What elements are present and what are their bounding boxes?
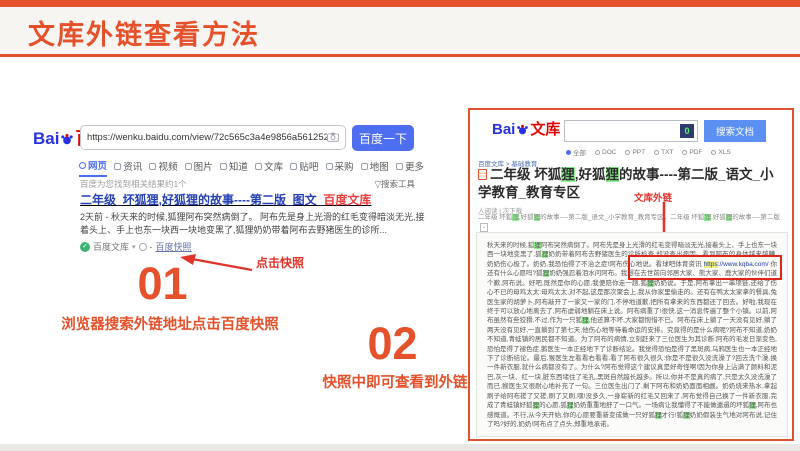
- page-title: 文库外链查看方法: [28, 20, 260, 50]
- wenku-logo: Bai 文库: [492, 118, 560, 140]
- result-source[interactable]: 百度文库: [93, 240, 129, 253]
- nav-tab-7[interactable]: 采购: [325, 158, 354, 177]
- nav-tab-0[interactable]: 网页: [79, 158, 108, 177]
- search-tools-toggle[interactable]: ▽搜索工具: [374, 178, 415, 190]
- nav-tab-4[interactable]: 知道: [219, 158, 248, 177]
- doc-file-icon: [478, 169, 487, 180]
- wenku-search-input[interactable]: 0: [564, 120, 698, 142]
- wenku-logo-bai: Bai: [492, 121, 516, 138]
- filter-pdf[interactable]: PDF: [682, 147, 702, 157]
- filter-doc[interactable]: DOC: [595, 147, 616, 157]
- step1-number: 01: [137, 258, 188, 309]
- bottom-edge: [0, 444, 800, 451]
- slide-header: 文库外链查看方法: [0, 7, 800, 54]
- filter-全部[interactable]: 全部: [566, 147, 586, 157]
- step2-caption: 快照中即可查看到外链: [322, 375, 468, 391]
- baidu-search-button[interactable]: 百度一下: [352, 125, 414, 151]
- baidu-snapshot-screenshot: Bai 文库 0 搜索文档 全部 DOC PPT TXT PDF XLS 百度文库 > 基础…: [468, 108, 794, 441]
- top-accent-bar: [0, 0, 800, 7]
- nav-tab-icon: [325, 162, 333, 170]
- result-count: 百度为您找到相关结果约1个: [80, 179, 187, 189]
- search-count-badge: 0: [680, 124, 694, 138]
- search-nav-tabs: 网页 资讯 视频 图片 知道 文库 贴吧 采购 地图 更多: [79, 158, 424, 177]
- nav-tab-icon: [395, 162, 403, 170]
- filter-xls[interactable]: XLS: [711, 147, 731, 157]
- baidu-search-screenshot: Bai百度 https://wenku.baidu.com/view/72c56…: [0, 112, 445, 272]
- result-stats-row: 百度为您找到相关结果约1个 ▽搜索工具: [80, 178, 415, 190]
- doc-type-filters: 全部 DOC PPT TXT PDF XLS: [566, 147, 731, 157]
- baidu-paw-icon: [60, 131, 74, 151]
- header-divider: [0, 54, 800, 57]
- doc-description: 二年级 坏狐狸,好狐狸的故事----第二版_语文_小学教育_教育专区。二年级 坏…: [478, 214, 780, 232]
- nav-tab-icon: [114, 162, 122, 170]
- baidu-logo-bai: Bai: [33, 129, 60, 148]
- nav-tab-icon: [290, 162, 298, 170]
- wenku-paw-icon: [516, 123, 529, 140]
- filter-ppt[interactable]: PPT: [625, 147, 645, 157]
- dash-separator: -: [149, 241, 153, 252]
- nav-tab-3[interactable]: 图片: [184, 158, 213, 177]
- radio-icon: [682, 149, 688, 155]
- wenku-logo-text: 文库: [530, 121, 561, 138]
- nav-tab-9[interactable]: 更多: [395, 158, 424, 177]
- nav-tab-icon: [219, 162, 227, 170]
- radio-icon: [625, 149, 631, 155]
- nav-tab-icon: [79, 161, 86, 169]
- search-result-item: 二年级_坏狐狸,好狐狸的故事----第二版_图文_百度文库 2天前 - 秋天来的…: [80, 191, 425, 253]
- wenku-search-button[interactable]: 搜索文档: [704, 120, 766, 142]
- step1-caption: 浏览器搜索外链地址点击百度快照: [61, 317, 279, 333]
- source-site-icon: ✓: [80, 241, 90, 252]
- expand-icon[interactable]: ⌄: [480, 222, 489, 232]
- nav-tab-8[interactable]: 地图: [360, 158, 389, 177]
- result-title-link[interactable]: 二年级_坏狐狸,好狐狸的故事----第二版_图文_百度文库: [80, 191, 425, 208]
- click-cache-label: 点击快照: [256, 256, 305, 270]
- nav-tab-2[interactable]: 视频: [149, 158, 177, 177]
- nav-tab-icon: [255, 162, 263, 170]
- doc-body-text: 秋天来的时候,狐狸阿布突然病倒了。阿布先是身上光滑的红毛变得暗淡无光,接着头上、…: [476, 232, 788, 437]
- nav-tab-1[interactable]: 资讯: [114, 158, 142, 177]
- nav-tab-icon: [360, 162, 368, 170]
- step2-number: 02: [367, 318, 418, 369]
- nav-tab-5[interactable]: 文库: [255, 158, 283, 177]
- search-input[interactable]: https://wenku.baidu.com/view/72c565c3a4e…: [80, 125, 346, 150]
- cache-clock-icon: [138, 242, 147, 251]
- slide: 文库外链查看方法 Bai百度 https://wenku.baidu.com/v…: [0, 0, 800, 451]
- nav-tab-6[interactable]: 贴吧: [290, 158, 318, 177]
- chevron-down-icon[interactable]: ▾: [132, 243, 136, 251]
- result-snippet: 2天前 - 秋天来的时候,狐狸阿布突然病倒了。 阿布先是身上光滑的红毛变得暗淡无…: [80, 212, 425, 236]
- nav-tab-icon: [149, 162, 157, 170]
- camera-icon[interactable]: [327, 129, 339, 147]
- search-query-text: https://wenku.baidu.com/view/72c565c3a4e…: [87, 132, 327, 143]
- filter-txt[interactable]: TXT: [654, 147, 673, 157]
- doc-title: 二年级 坏狐狸,好狐狸的故事----第二版_语文_小学教育_教育专区: [478, 167, 774, 200]
- radio-icon: [711, 149, 717, 155]
- nav-tab-icon: [184, 162, 192, 170]
- radio-icon: [595, 149, 600, 155]
- radio-icon: [566, 149, 571, 155]
- radio-icon: [654, 149, 660, 155]
- outlink-url[interactable]: https://www.kqba.com/: [703, 260, 769, 268]
